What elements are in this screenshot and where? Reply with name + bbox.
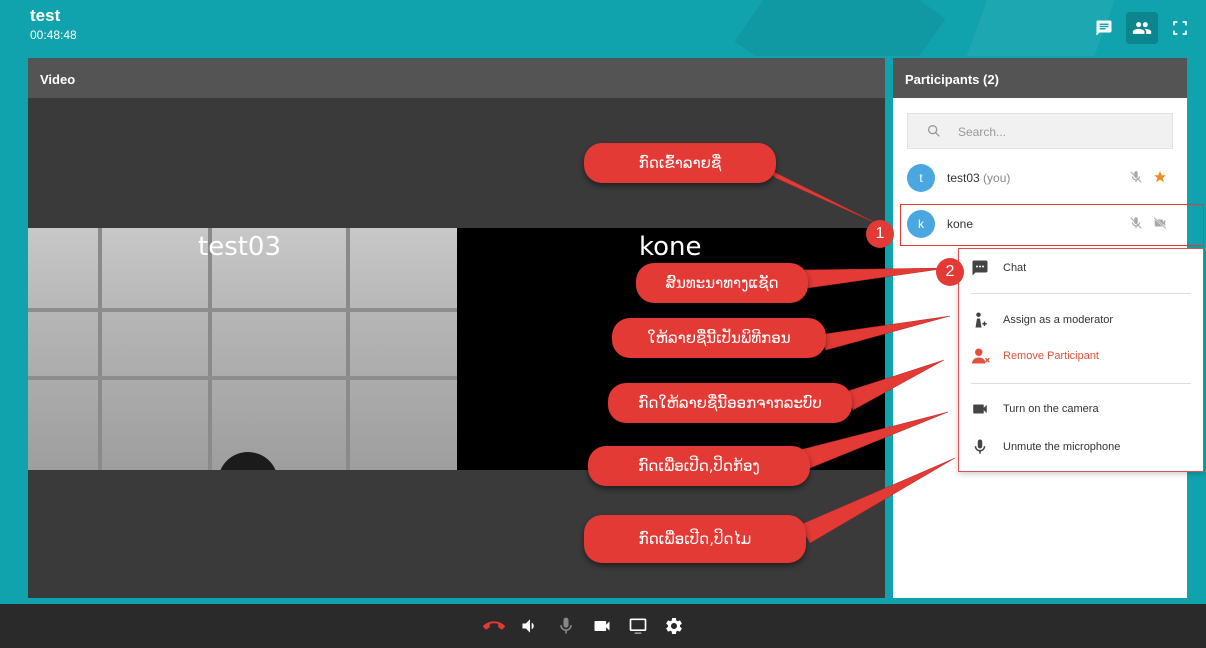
camera-button[interactable] [590, 614, 614, 638]
annotation-callout: ກົດໃຫ້ລາຍຊື່ນີ້ອອກຈາກລະບົບ [608, 383, 852, 423]
call-controls-bar [0, 604, 1206, 648]
camera-icon [594, 621, 610, 631]
annotation-callout: ໃຫ້ລາຍຊື່ນີ້ເປັນພິທີກອນ [612, 318, 826, 358]
arrow-pointer [759, 164, 881, 226]
hangup-button[interactable] [482, 614, 506, 638]
arrow-pointer [817, 315, 951, 351]
annotation-callout: ກົດເຂົ້າລາຍຊື່ [584, 143, 776, 183]
step-badge: 2 [936, 258, 964, 286]
microphone-icon [560, 617, 572, 634]
settings-icon [666, 618, 682, 634]
arrow-pointer [799, 457, 956, 544]
step-badge: 1 [866, 220, 894, 248]
annotation-callout: ກົດເພື່ອເປີດ,ປິດກ້ອງ [588, 446, 810, 486]
annotation-callout: ກົດເພື່ອເປີດ,ປິດໄມ [584, 515, 806, 563]
settings-button[interactable] [662, 614, 686, 638]
screen-share-button[interactable] [626, 614, 650, 638]
arrow-pointer [844, 359, 945, 411]
screen-share-icon [629, 618, 647, 634]
hangup-icon [483, 621, 505, 630]
microphone-button[interactable] [554, 614, 578, 638]
annotation-callout: ສົນທະນາທາງແຊັດ [636, 263, 808, 303]
arrow-pointer [799, 267, 949, 289]
volume-icon [522, 619, 534, 633]
volume-button[interactable] [518, 614, 542, 638]
